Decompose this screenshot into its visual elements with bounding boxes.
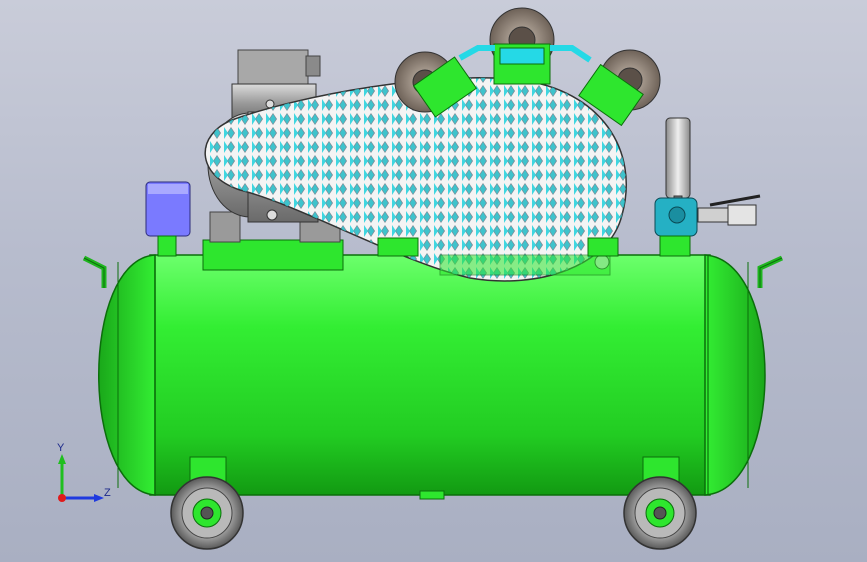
right-tank-handle [757, 255, 784, 288]
cad-viewport[interactable]: Y Z [0, 0, 867, 562]
left-tank-handle [82, 255, 107, 288]
right-wheel[interactable] [623, 476, 697, 550]
pressure-gauge[interactable] [665, 117, 691, 207]
pressure-switch[interactable] [145, 181, 191, 257]
z-axis-label: Z [104, 487, 111, 499]
center-cylinder-head [493, 43, 551, 85]
outlet-valve[interactable] [654, 194, 761, 257]
y-axis-label: Y [57, 442, 65, 454]
left-wheel[interactable] [170, 476, 244, 550]
compressor-model[interactable] [0, 0, 867, 562]
